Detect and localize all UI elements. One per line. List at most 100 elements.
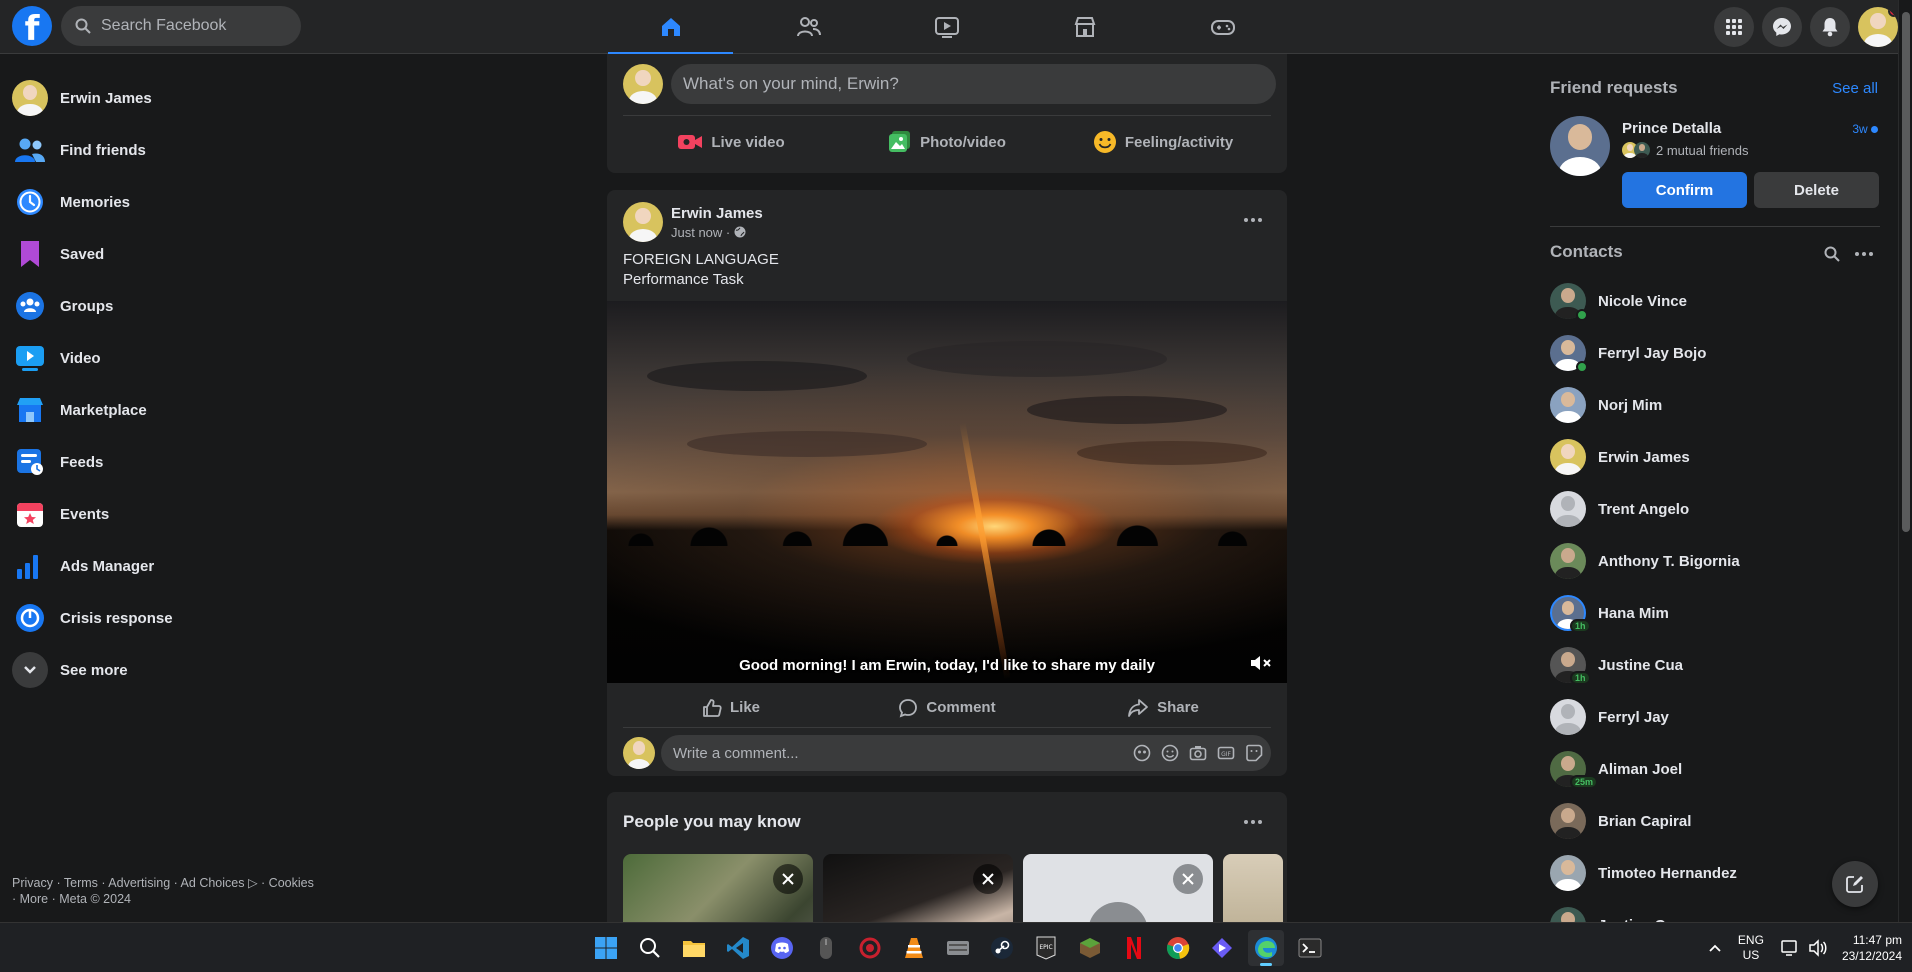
search-box[interactable] — [61, 6, 301, 46]
mute-icon[interactable] — [1249, 653, 1273, 673]
clock[interactable]: 11:47 pm 23/12/2024 — [1842, 932, 1902, 964]
sidebar-item-memories[interactable]: Memories — [8, 176, 348, 228]
camera-icon[interactable] — [1189, 744, 1207, 762]
pymk-options-button[interactable] — [1235, 804, 1271, 840]
live-video-button[interactable]: Live video — [623, 122, 839, 162]
contact-item[interactable]: Ferryl Jay Bojo — [1550, 327, 1880, 379]
sidebar-item-ads-manager[interactable]: Ads Manager — [8, 540, 348, 592]
like-button[interactable]: Like — [623, 688, 839, 727]
language-indicator[interactable]: ENG US — [1738, 933, 1764, 963]
sidebar-item-feeds[interactable]: Feeds — [8, 436, 348, 488]
epic-games[interactable]: EPIC — [1028, 930, 1064, 966]
post-options-button[interactable] — [1235, 202, 1271, 238]
vscode[interactable] — [720, 930, 756, 966]
share-button[interactable]: Share — [1055, 688, 1271, 727]
search-input[interactable] — [101, 17, 281, 35]
menu-button[interactable] — [1714, 7, 1754, 47]
composer-avatar[interactable] — [623, 64, 663, 104]
avatar-sticker-icon[interactable] — [1133, 744, 1151, 762]
account-avatar[interactable] — [1858, 7, 1898, 47]
chevron-up-icon[interactable] — [1708, 943, 1722, 953]
post-author-avatar[interactable] — [623, 202, 663, 242]
sidebar-item-video[interactable]: Video — [8, 332, 348, 384]
contact-item[interactable]: 25m Aliman Joel — [1550, 743, 1880, 795]
contact-item[interactable]: Nicole Vince — [1550, 275, 1880, 327]
facebook-logo[interactable]: f — [12, 6, 52, 46]
bar-chart-icon — [17, 555, 38, 579]
contacts-search-button[interactable] — [1816, 242, 1848, 266]
sidebar-item-see-more[interactable]: See more — [8, 644, 348, 696]
requester-avatar[interactable] — [1550, 116, 1610, 176]
tab-watch[interactable] — [884, 0, 1009, 54]
sidebar-item-groups[interactable]: Groups — [8, 280, 348, 332]
tab-home[interactable] — [608, 0, 733, 55]
contact-item[interactable]: 1h Justine Cua — [1550, 639, 1880, 691]
new-message-button[interactable] — [1832, 861, 1878, 907]
contact-item[interactable]: Anthony T. Bigornia — [1550, 535, 1880, 587]
terminal[interactable] — [1292, 930, 1328, 966]
minecraft[interactable] — [1072, 930, 1108, 966]
contact-item[interactable]: 1h Hana Mim — [1550, 587, 1880, 639]
vlc[interactable] — [896, 930, 932, 966]
mouse-app[interactable] — [808, 930, 844, 966]
contact-name: Brian Capiral — [1598, 812, 1692, 830]
volume-icon[interactable] — [1808, 939, 1828, 957]
feeling-activity-button[interactable]: Feeling/activity — [1055, 122, 1271, 162]
footer-line-1[interactable]: Privacy · Terms · Advertising · Ad Choic… — [12, 875, 352, 891]
contact-item[interactable]: Ferryl Jay — [1550, 691, 1880, 743]
steam[interactable] — [984, 930, 1020, 966]
post-video[interactable]: Good morning! I am Erwin, today, I'd lik… — [607, 301, 1287, 683]
comment-button[interactable]: Comment — [839, 688, 1055, 727]
sidebar-item-find-friends[interactable]: Find friends — [8, 124, 348, 176]
purple-app[interactable] — [1204, 930, 1240, 966]
sidebar-item-marketplace[interactable]: Marketplace — [8, 384, 348, 436]
notifications-button[interactable] — [1810, 7, 1850, 47]
delete-button[interactable]: Delete — [1754, 172, 1879, 208]
post-time[interactable]: Just now · — [671, 225, 730, 240]
tab-friends[interactable] — [746, 0, 871, 54]
sidebar-item-profile[interactable]: Erwin James — [8, 72, 348, 124]
page-scrollbar[interactable] — [1898, 0, 1912, 922]
top-right-actions — [1706, 7, 1898, 47]
storage-app[interactable] — [940, 930, 976, 966]
scroll-thumb[interactable] — [1902, 12, 1910, 532]
dismiss-button[interactable] — [1173, 864, 1203, 894]
messenger-button[interactable] — [1762, 7, 1802, 47]
network-icon[interactable] — [1780, 939, 1800, 957]
emoji-icon[interactable] — [1161, 744, 1179, 762]
chrome[interactable] — [1160, 930, 1196, 966]
contacts-options-button[interactable] — [1848, 242, 1880, 266]
dismiss-button[interactable] — [773, 864, 803, 894]
comment-input[interactable]: Write a comment... GIF — [661, 735, 1271, 771]
tab-gaming[interactable] — [1160, 0, 1285, 54]
post-text-line-1: FOREIGN LANGUAGE — [623, 251, 779, 268]
edge-browser[interactable] — [1248, 930, 1284, 966]
minecraft-icon — [1080, 938, 1100, 958]
contact-item[interactable]: Trent Angelo — [1550, 483, 1880, 535]
commenter-avatar[interactable] — [623, 737, 655, 769]
sidebar-item-events[interactable]: Events — [8, 488, 348, 540]
contact-item[interactable]: Timoteo Hernandez — [1550, 847, 1880, 899]
dismiss-button[interactable] — [973, 864, 1003, 894]
gif-icon[interactable]: GIF — [1217, 744, 1235, 762]
contact-item[interactable]: Erwin James — [1550, 431, 1880, 483]
sidebar-item-saved[interactable]: Saved — [8, 228, 348, 280]
file-explorer[interactable] — [676, 930, 712, 966]
taskbar-search[interactable] — [632, 930, 668, 966]
discord[interactable] — [764, 930, 800, 966]
contact-item[interactable]: Norj Mim — [1550, 379, 1880, 431]
photo-video-button[interactable]: Photo/video — [839, 122, 1055, 162]
contact-item[interactable]: Brian Capiral — [1550, 795, 1880, 847]
tab-marketplace[interactable] — [1022, 0, 1147, 54]
composer-input[interactable]: What's on your mind, Erwin? — [671, 64, 1276, 104]
requester-name[interactable]: Prince Detalla — [1622, 120, 1721, 137]
start-button[interactable] — [588, 930, 624, 966]
post-author-name[interactable]: Erwin James — [671, 205, 763, 222]
sidebar-item-crisis-response[interactable]: Crisis response — [8, 592, 348, 644]
see-all-link[interactable]: See all — [1832, 80, 1878, 97]
netflix[interactable] — [1116, 930, 1152, 966]
red-app[interactable] — [852, 930, 888, 966]
footer-line-2[interactable]: · More · Meta © 2024 — [12, 891, 352, 907]
confirm-button[interactable]: Confirm — [1622, 172, 1747, 208]
sticker-icon[interactable] — [1245, 744, 1263, 762]
